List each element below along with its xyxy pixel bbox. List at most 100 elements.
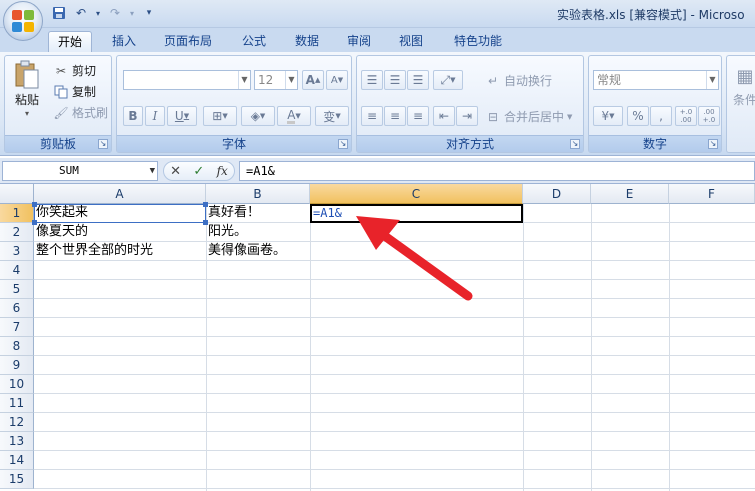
customize-icon[interactable]: ▾ (140, 4, 158, 22)
paste-dropdown-icon[interactable]: ▾ (25, 109, 29, 118)
font-color-button[interactable]: A ▼ (277, 106, 311, 126)
cell-a3[interactable]: 整个世界全部的时光 (34, 242, 153, 260)
row-header-9[interactable]: 9 (0, 356, 34, 375)
undo-icon[interactable]: ↶ (72, 4, 90, 22)
percent-button[interactable]: % (627, 106, 649, 126)
phonetic-button[interactable]: 变 ▼ (315, 106, 349, 126)
row-header-5[interactable]: 5 (0, 280, 34, 299)
tab-special[interactable]: 特色功能 (445, 31, 511, 52)
align-left-icon[interactable]: ≡ (361, 106, 383, 126)
font-name-dropdown[interactable]: ▼ (123, 70, 251, 90)
row-header-1[interactable]: 1 (0, 204, 34, 223)
align-bottom-icon[interactable]: ☰ (407, 70, 429, 90)
row-header-7[interactable]: 7 (0, 318, 34, 337)
row-header-15[interactable]: 15 (0, 470, 34, 489)
increase-decimal-button[interactable]: +.0 .00 (675, 106, 697, 126)
column-header-c[interactable]: C (310, 184, 523, 204)
column-header-b[interactable]: B (206, 184, 310, 204)
tab-view[interactable]: 视图 (390, 31, 432, 52)
row-header-14[interactable]: 14 (0, 451, 34, 470)
align-center-icon[interactable]: ≡ (384, 106, 406, 126)
increase-indent-icon[interactable]: ⇥ (456, 106, 478, 126)
orientation-icon[interactable]: ⤢ ▼ (433, 70, 463, 90)
formula-input[interactable]: =A1& (239, 161, 755, 181)
borders-button[interactable]: ⊞ ▼ (203, 106, 237, 126)
row-divider (34, 355, 755, 356)
tab-formulas[interactable]: 公式 (233, 31, 275, 52)
align-right-icon[interactable]: ≡ (407, 106, 429, 126)
row-header-11[interactable]: 11 (0, 394, 34, 413)
reference-handle[interactable] (32, 202, 37, 207)
italic-button[interactable]: I (145, 106, 165, 126)
office-button[interactable] (3, 1, 43, 41)
merge-center-button[interactable]: ⊟ 合并后居中 ▼ (485, 108, 572, 125)
reference-handle[interactable] (203, 202, 208, 207)
currency-icon[interactable]: ¥ ▼ (593, 106, 623, 126)
align-middle-icon[interactable]: ☰ (384, 70, 406, 90)
alignment-launcher-icon[interactable]: ↘ (570, 139, 580, 149)
comma-button[interactable]: , (650, 106, 672, 126)
row-divider (34, 412, 755, 413)
number-launcher-icon[interactable]: ↘ (708, 139, 718, 149)
reference-handle[interactable] (32, 220, 37, 225)
cell-b2[interactable]: 阳光。 (206, 223, 247, 241)
bold-button[interactable]: B (123, 106, 143, 126)
copy-label: 复制 (72, 85, 97, 99)
row-header-8[interactable]: 8 (0, 337, 34, 356)
spreadsheet-grid[interactable]: A B C D E F 1 2 3 4 5 6 7 8 9 10 11 12 13 14 15 你笑起来 像… (0, 184, 755, 491)
row-header-4[interactable]: 4 (0, 261, 34, 280)
undo-dropdown-icon[interactable]: ▾ (94, 4, 102, 22)
quick-access-toolbar: ↶ ▾ ↷ ▾ ▾ (50, 4, 158, 22)
redo-icon[interactable]: ↷ (106, 4, 124, 22)
cell-a2[interactable]: 像夏天的 (34, 223, 88, 241)
tab-review[interactable]: 审阅 (338, 31, 380, 52)
percent-label: % (632, 109, 644, 123)
row-header-10[interactable]: 10 (0, 375, 34, 394)
paste-button[interactable]: 粘贴 ▾ (13, 60, 41, 118)
number-format-dropdown[interactable]: 常规 ▼ (593, 70, 719, 90)
row-header-3[interactable]: 3 (0, 242, 34, 261)
name-box-value: SUM (59, 164, 79, 177)
name-box[interactable]: SUM ▼ (2, 161, 158, 181)
fill-color-button[interactable]: ◈ ▼ (241, 106, 275, 126)
decrease-decimal-button[interactable]: .00 +.0 (698, 106, 720, 126)
format-painter-button[interactable]: 🖌 格式刷 (53, 104, 108, 121)
tab-insert[interactable]: 插入 (103, 31, 145, 52)
column-header-e[interactable]: E (591, 184, 669, 204)
align-top-icon[interactable]: ☰ (361, 70, 383, 90)
row-header-2[interactable]: 2 (0, 223, 34, 242)
conditional-formatting-label: 条件 (733, 93, 755, 107)
row-header-6[interactable]: 6 (0, 299, 34, 318)
font-size-dropdown[interactable]: 12 ▼ (254, 70, 298, 90)
column-header-f[interactable]: F (669, 184, 755, 204)
tab-data[interactable]: 数据 (286, 31, 328, 52)
tab-home[interactable]: 开始 (48, 31, 93, 52)
title-bar: ↶ ▾ ↷ ▾ ▾ 实验表格.xls [兼容模式] - Microso (0, 0, 755, 28)
wrap-text-button[interactable]: ↵ 自动换行 (485, 72, 552, 89)
alignment-group: ☰ ☰ ☰ ⤢ ▼ ↵ 自动换行 ≡ ≡ ≡ ⇤ ⇥ ⊟ 合并后居中 ▼ 对齐方式… (356, 55, 584, 153)
cut-button[interactable]: ✂ 剪切 (53, 62, 96, 79)
number-group: 常规 ▼ ¥ ▼ % , +.0 .00 .00 +.0 数字 ↘ (588, 55, 722, 153)
underline-button[interactable]: U ▼ (167, 106, 197, 126)
column-header-d[interactable]: D (523, 184, 591, 204)
enter-icon[interactable]: ✓ (193, 164, 204, 179)
cell-b1[interactable]: 真好看！ (206, 204, 260, 222)
row-header-12[interactable]: 12 (0, 413, 34, 432)
select-all-corner[interactable] (0, 184, 34, 204)
shrink-font-button[interactable]: A ▼ (326, 70, 348, 90)
row-header-13[interactable]: 13 (0, 432, 34, 451)
copy-button[interactable]: 复制 (53, 83, 96, 100)
grow-font-button[interactable]: A ▲ (302, 70, 324, 90)
font-launcher-icon[interactable]: ↘ (338, 139, 348, 149)
cancel-icon[interactable]: ✕ (170, 164, 181, 179)
insert-function-icon[interactable]: fx (217, 164, 228, 178)
cell-b3[interactable]: 美得像画卷。 (206, 242, 286, 260)
redo-dropdown-icon[interactable]: ▾ (128, 4, 136, 22)
column-header-a[interactable]: A (34, 184, 206, 204)
conditional-formatting-button[interactable]: ▦ 条件 (733, 64, 755, 108)
reference-handle[interactable] (203, 220, 208, 225)
clipboard-launcher-icon[interactable]: ↘ (98, 139, 108, 149)
save-icon[interactable] (50, 4, 68, 22)
tab-page-layout[interactable]: 页面布局 (155, 31, 221, 52)
decrease-indent-icon[interactable]: ⇤ (433, 106, 455, 126)
